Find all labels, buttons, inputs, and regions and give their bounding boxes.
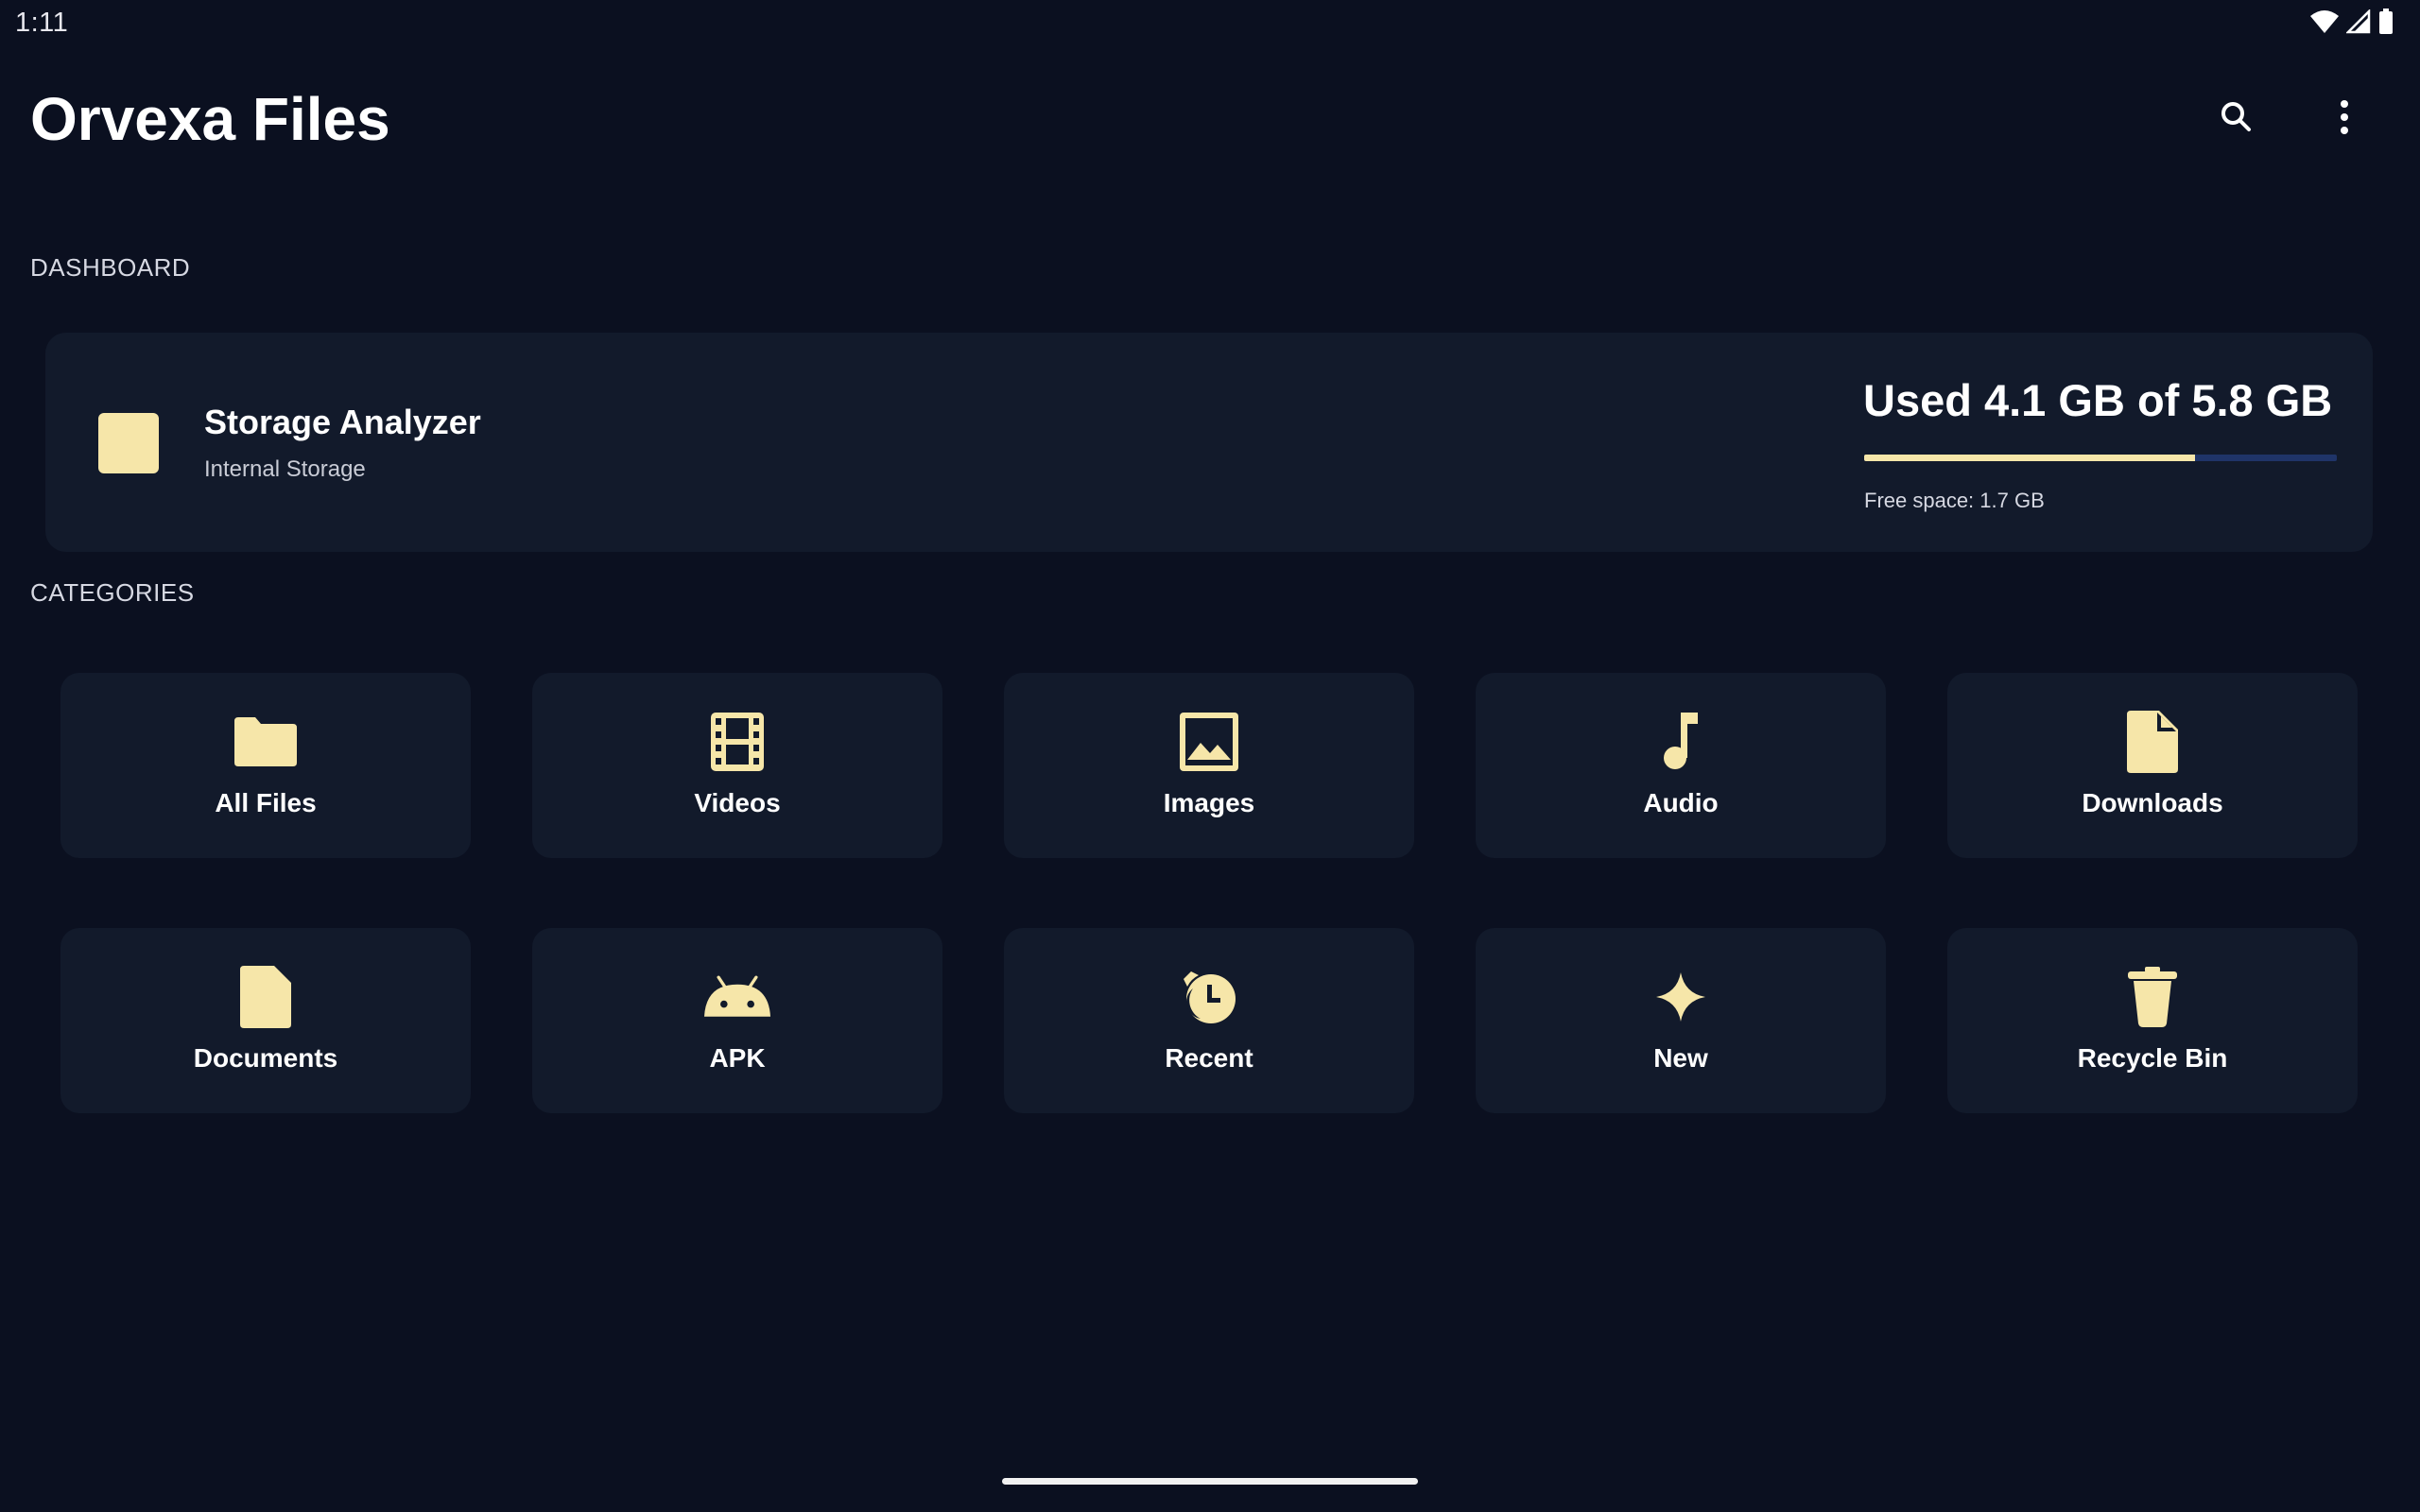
status-icons bbox=[2310, 8, 2394, 40]
battery-icon bbox=[2378, 9, 2394, 40]
category-documents[interactable]: Documents bbox=[60, 928, 471, 1113]
category-all-files[interactable]: All Files bbox=[60, 673, 471, 858]
trash-icon bbox=[2119, 964, 2186, 1030]
category-label: Videos bbox=[694, 788, 781, 817]
document-icon bbox=[233, 964, 299, 1030]
category-label: New bbox=[1653, 1043, 1708, 1073]
category-downloads[interactable]: Downloads bbox=[1947, 673, 2358, 858]
category-images[interactable]: Images bbox=[1004, 673, 1414, 858]
more-options-button[interactable] bbox=[2316, 91, 2373, 147]
storage-free-text: Free space: 1.7 GB bbox=[1864, 489, 2045, 512]
category-label: Recent bbox=[1165, 1043, 1253, 1073]
category-label: Images bbox=[1163, 788, 1255, 817]
screen: 1:11 Orvexa Files DASHBOARD Storage Anal… bbox=[0, 0, 2420, 1512]
category-label: Audio bbox=[1643, 788, 1719, 817]
cell-signal-icon bbox=[2344, 8, 2371, 39]
category-audio[interactable]: Audio bbox=[1476, 673, 1886, 858]
film-icon bbox=[704, 709, 770, 775]
category-label: Downloads bbox=[2082, 788, 2223, 817]
status-bar: 1:11 bbox=[0, 0, 2420, 47]
storage-progress-fill bbox=[1864, 455, 2195, 461]
sparkle-icon bbox=[1648, 964, 1714, 1030]
file-download-icon bbox=[2119, 709, 2186, 775]
storage-icon bbox=[98, 413, 159, 473]
category-label: Documents bbox=[193, 1043, 338, 1073]
storage-used-text: Used 4.1 GB of 5.8 GB bbox=[1863, 375, 2333, 425]
category-label: APK bbox=[709, 1043, 766, 1073]
category-apk[interactable]: APK bbox=[532, 928, 942, 1113]
category-recent[interactable]: Recent bbox=[1004, 928, 1414, 1113]
more-vert-icon bbox=[2337, 98, 2352, 141]
search-button[interactable] bbox=[2208, 91, 2265, 147]
category-new[interactable]: New bbox=[1476, 928, 1886, 1113]
history-icon bbox=[1176, 964, 1242, 1030]
storage-analyzer-card[interactable]: Storage Analyzer Internal Storage Used 4… bbox=[45, 333, 2373, 552]
android-icon bbox=[704, 964, 770, 1030]
storage-title: Storage Analyzer bbox=[204, 403, 481, 441]
storage-progress-bar bbox=[1864, 455, 2337, 461]
wifi-icon bbox=[2310, 9, 2339, 40]
search-icon bbox=[2218, 98, 2256, 141]
storage-subtitle: Internal Storage bbox=[204, 456, 366, 482]
dashboard-section-label: DASHBOARD bbox=[30, 253, 191, 282]
status-time: 1:11 bbox=[15, 8, 69, 38]
home-indicator[interactable] bbox=[1002, 1478, 1418, 1485]
image-icon bbox=[1176, 709, 1242, 775]
music-note-icon bbox=[1648, 709, 1714, 775]
category-label: All Files bbox=[215, 788, 317, 817]
folder-icon bbox=[233, 709, 299, 775]
app-title: Orvexa Files bbox=[30, 85, 390, 153]
category-recycle-bin[interactable]: Recycle Bin bbox=[1947, 928, 2358, 1113]
category-label: Recycle Bin bbox=[2077, 1043, 2228, 1073]
categories-section-label: CATEGORIES bbox=[30, 578, 195, 607]
category-videos[interactable]: Videos bbox=[532, 673, 942, 858]
